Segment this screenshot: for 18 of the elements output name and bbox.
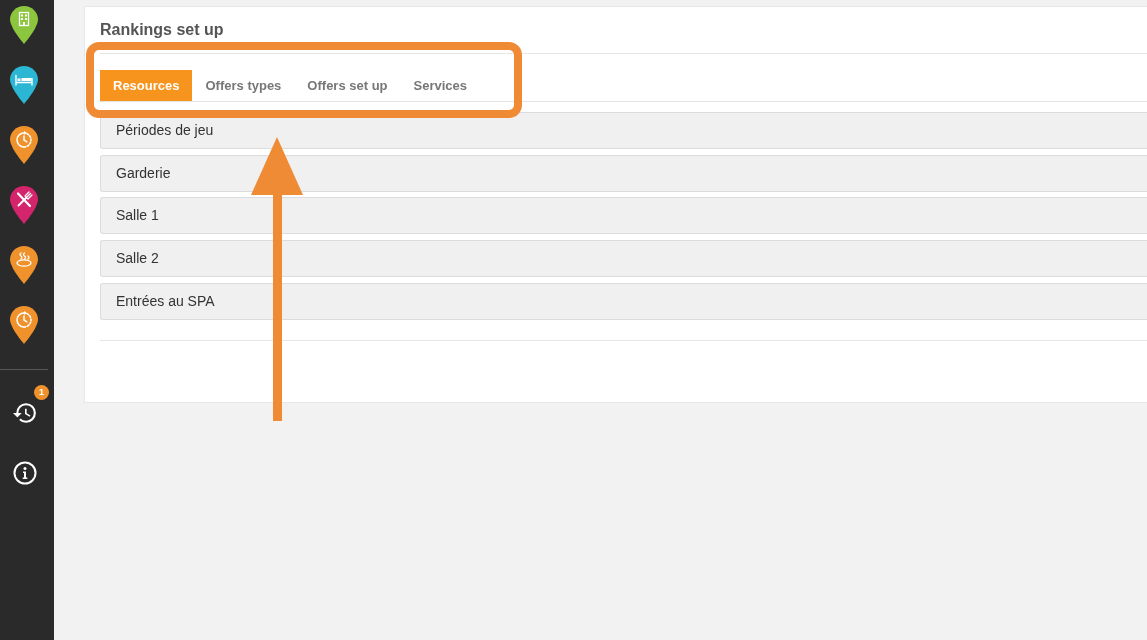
resource-item[interactable]: Salle 1	[100, 197, 1147, 235]
clock-pin-icon[interactable]	[10, 126, 38, 164]
tab[interactable]: Offers types	[192, 70, 295, 101]
history-icon[interactable]	[13, 401, 37, 425]
notification-badge: 1	[34, 385, 49, 400]
resource-item[interactable]: Salle 2	[100, 240, 1147, 278]
cutlery-pin-icon[interactable]	[10, 186, 38, 224]
resource-item[interactable]: Périodes de jeu	[100, 112, 1147, 149]
spa-pin-icon[interactable]	[10, 246, 38, 284]
clock-pin-icon[interactable]	[10, 306, 38, 344]
bed-pin-icon[interactable]	[10, 66, 38, 104]
resource-item[interactable]: Garderie	[100, 154, 1147, 192]
tab[interactable]: Offers set up	[294, 70, 401, 101]
tab[interactable]: Services	[400, 70, 481, 101]
building-pin-icon[interactable]	[10, 6, 38, 44]
info-icon[interactable]	[13, 461, 37, 485]
resource-item[interactable]: Entrées au SPA	[100, 282, 1147, 320]
panel-title: Rankings set up	[100, 20, 224, 40]
